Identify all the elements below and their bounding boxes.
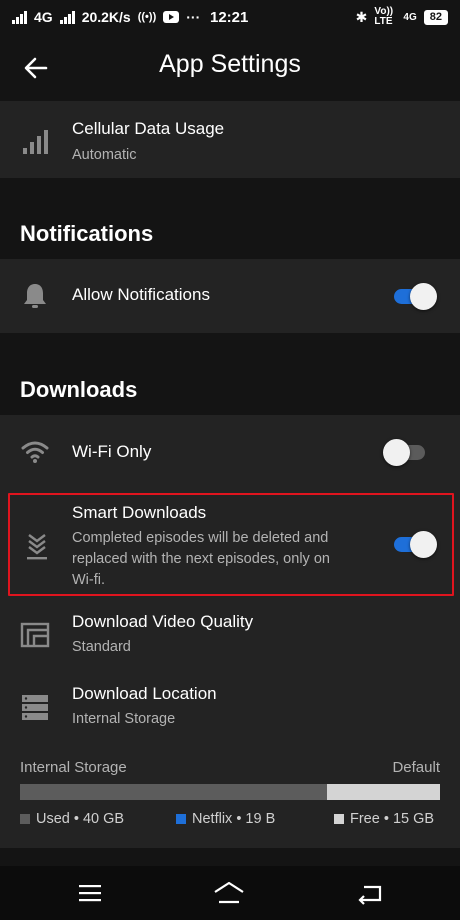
page-title: App Settings xyxy=(159,50,301,78)
cellular-data-row[interactable]: Cellular Data Usage Automatic xyxy=(0,101,460,178)
storage-icon xyxy=(22,695,48,720)
smart-download-icon xyxy=(27,534,47,560)
status-right: ✱ Vo)) LTE 4G 82 xyxy=(356,7,448,27)
volte-indicator: Vo)) LTE xyxy=(374,6,394,27)
system-nav-bar xyxy=(0,866,460,920)
video-quality-icon xyxy=(20,622,50,648)
battery-indicator: 82 xyxy=(423,9,448,25)
network-type-2: 4G xyxy=(403,11,417,23)
legend-netflix-swatch xyxy=(176,814,186,824)
storage-label: Internal Storage xyxy=(20,759,127,776)
signal-icon-2 xyxy=(59,10,75,24)
storage-default-label: Default xyxy=(392,759,440,776)
smart-downloads-title: Smart Downloads xyxy=(72,503,207,522)
download-location-row[interactable]: Download Location Internal Storage xyxy=(0,672,460,743)
signal-icon xyxy=(12,10,27,24)
downloads-card: Wi-Fi Only Smart Downloads Completed epi… xyxy=(0,415,460,743)
notifications-header: Notifications xyxy=(20,221,154,246)
storage-bar xyxy=(20,784,440,800)
downloads-header: Downloads xyxy=(20,377,138,402)
allow-notifications-toggle[interactable] xyxy=(392,280,437,312)
wifi-only-title: Wi-Fi Only xyxy=(72,442,152,461)
download-video-quality-row[interactable]: Download Video Quality Standard xyxy=(0,600,460,672)
storage-used-fill xyxy=(20,784,327,800)
legend-free: Free • 15 GB xyxy=(334,811,434,827)
bluetooth-icon: ✱ xyxy=(355,8,368,25)
status-left: 4G 20.2K/s ((•)) ··· xyxy=(12,9,200,25)
smart-downloads-desc-2: replaced with the next episodes, only on xyxy=(72,551,330,567)
cellular-title: Cellular Data Usage xyxy=(72,119,225,138)
download-location-title: Download Location xyxy=(72,684,217,703)
back-nav-icon[interactable] xyxy=(354,878,386,908)
allow-notifications-title: Allow Notifications xyxy=(72,285,210,304)
wifi-icon xyxy=(21,441,49,463)
download-location-value: Internal Storage xyxy=(72,711,176,727)
cellular-card: Cellular Data Usage Automatic xyxy=(0,101,460,178)
legend-free-label: Free • 15 GB xyxy=(350,811,435,827)
allow-notifications-row[interactable]: Allow Notifications xyxy=(0,259,460,333)
more-notifications: ··· xyxy=(186,9,201,25)
status-bar: 4G 20.2K/s ((•)) ··· 12:21 ✱ Vo)) LTE 4G… xyxy=(0,0,460,34)
cellular-value: Automatic xyxy=(72,147,137,163)
wifi-only-row[interactable]: Wi-Fi Only xyxy=(0,415,460,488)
legend-free-swatch xyxy=(334,814,344,824)
smart-downloads-desc-3: Wi-fi. xyxy=(72,572,106,588)
video-quality-title: Download Video Quality xyxy=(72,612,254,631)
network-speed: 20.2K/s xyxy=(81,9,131,25)
hotspot-icon: ((•)) xyxy=(137,11,157,23)
app-settings-screen: 4G 20.2K/s ((•)) ··· 12:21 ✱ Vo)) LTE 4G… xyxy=(0,0,460,920)
bell-icon xyxy=(24,284,46,308)
clock: 12:21 xyxy=(210,8,249,26)
smart-downloads-row[interactable]: Smart Downloads Completed episodes will … xyxy=(0,493,460,596)
notifications-card: Allow Notifications xyxy=(0,259,460,333)
legend-netflix: Netflix • 19 B xyxy=(176,811,275,827)
wifi-only-toggle[interactable] xyxy=(383,436,427,468)
network-type: 4G xyxy=(34,9,53,25)
video-quality-value: Standard xyxy=(72,639,131,655)
smart-downloads-desc-1: Completed episodes will be deleted and xyxy=(72,530,329,546)
youtube-icon xyxy=(163,11,180,23)
legend-used: Used • 40 GB xyxy=(20,811,124,827)
legend-used-swatch xyxy=(20,814,30,824)
signal-bars-icon xyxy=(23,130,48,154)
legend-used-label: Used • 40 GB xyxy=(36,811,125,827)
legend-netflix-label: Netflix • 19 B xyxy=(192,811,276,827)
app-bar: App Settings xyxy=(0,34,460,100)
home-icon[interactable] xyxy=(213,878,245,908)
smart-downloads-toggle[interactable] xyxy=(392,528,437,560)
menu-icon[interactable] xyxy=(74,878,106,908)
